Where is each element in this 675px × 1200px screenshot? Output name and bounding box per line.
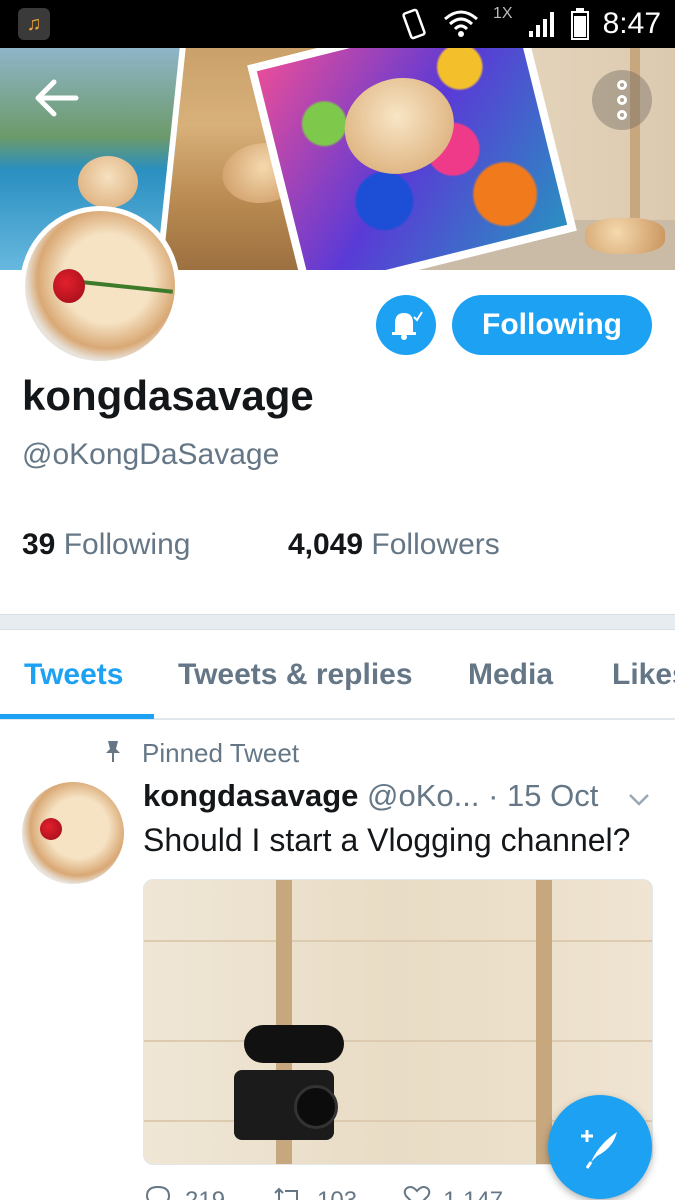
retweet-action[interactable]: 103 <box>271 1184 357 1200</box>
tab-tweets-replies[interactable]: Tweets & replies <box>178 658 413 692</box>
status-icons: 1X 8:47 <box>399 0 661 48</box>
profile-avatar[interactable] <box>20 206 180 366</box>
tweet-actions: 219 103 1,147 <box>143 1184 623 1200</box>
tweet-separator: · <box>488 778 499 813</box>
tweet-author-name[interactable]: kongdasavage <box>143 778 358 813</box>
back-arrow-icon[interactable] <box>32 78 92 122</box>
profile-tabs: Tweets Tweets & replies Media Likes <box>0 630 675 720</box>
tweet-avatar[interactable] <box>22 782 124 884</box>
following-stat[interactable]: 39 Following <box>22 528 190 562</box>
reply-icon <box>143 1184 173 1200</box>
data-multiplier: 1X <box>493 5 513 22</box>
status-bar: ♫ 1X 8:47 <box>0 0 675 48</box>
retweet-count: 103 <box>317 1186 358 1200</box>
wifi-icon <box>444 10 479 37</box>
tweet-author-handle[interactable]: @oKo... <box>367 778 479 813</box>
reply-count: 219 <box>185 1186 226 1200</box>
followers-stat[interactable]: 4,049 Followers <box>288 528 500 562</box>
battery-icon <box>570 8 589 40</box>
active-tab-indicator <box>0 714 154 719</box>
banner-photo-dog <box>585 218 665 254</box>
music-app-icon: ♫ <box>18 8 50 40</box>
like-action[interactable]: 1,147 <box>403 1184 503 1200</box>
more-vertical-icon[interactable] <box>592 70 652 130</box>
bell-icon[interactable] <box>376 295 436 355</box>
section-divider <box>0 614 675 630</box>
heart-icon <box>403 1185 431 1200</box>
following-count: 39 <box>22 528 56 561</box>
tweet-date: 15 Oct <box>507 778 599 813</box>
tweet-text: Should I start a Vlogging channel? <box>143 822 631 858</box>
profile-handle: @oKongDaSavage <box>22 438 280 471</box>
status-time: 8:47 <box>602 7 661 40</box>
followers-label: Followers <box>371 528 500 561</box>
vibrate-icon <box>402 8 426 40</box>
following-button[interactable]: Following <box>452 295 652 355</box>
reply-action[interactable]: 219 <box>143 1184 225 1200</box>
like-count: 1,147 <box>443 1186 504 1200</box>
signal-icon <box>528 12 554 37</box>
pinned-text: Pinned Tweet <box>142 738 300 768</box>
profile-display-name: kongdasavage <box>22 372 314 419</box>
banner-photo-balls <box>247 48 577 270</box>
followers-count: 4,049 <box>288 528 364 561</box>
tab-media[interactable]: Media <box>468 658 553 692</box>
tweet-header: kongdasavage @oKo... · 15 Oct <box>143 778 598 814</box>
tab-likes[interactable]: Likes <box>612 658 675 692</box>
pinned-tweet-label: Pinned Tweet <box>104 738 299 769</box>
tab-tweets[interactable]: Tweets <box>24 658 123 692</box>
compose-tweet-icon[interactable] <box>548 1095 652 1199</box>
chevron-down-icon[interactable] <box>628 786 650 814</box>
pin-icon <box>104 739 122 769</box>
retweet-icon <box>271 1185 305 1200</box>
following-label: Following <box>63 528 191 561</box>
